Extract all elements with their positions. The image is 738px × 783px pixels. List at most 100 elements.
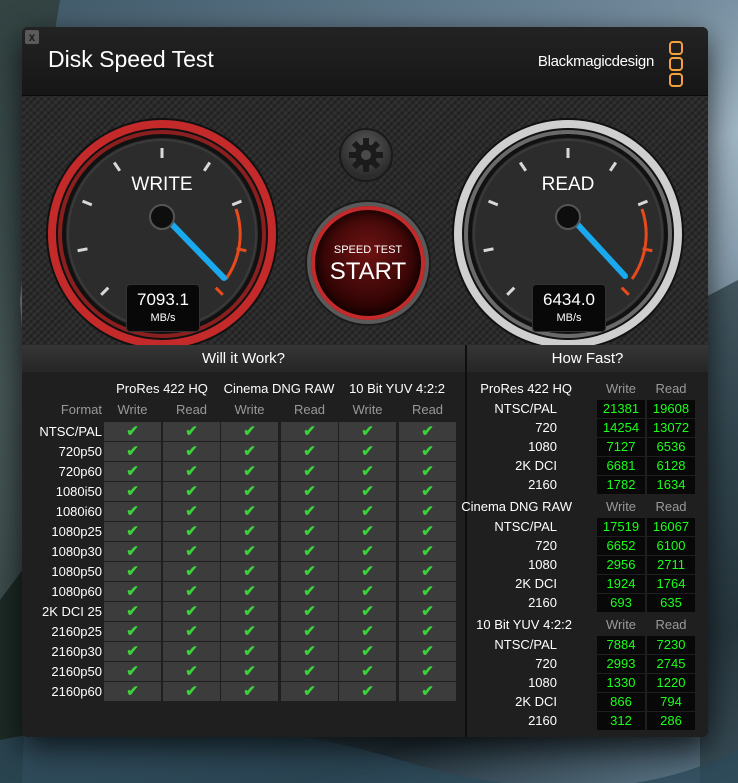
app-title: Disk Speed Test [48, 46, 214, 72]
checkmark-icon: ✔ [104, 442, 161, 461]
checkmark-icon: ✔ [163, 562, 220, 581]
write-fps-value: 7884 [597, 636, 645, 654]
resolution-label: 720 [535, 420, 557, 435]
format-label: 2K DCI 25 [42, 604, 102, 619]
table-row: NTSC/PAL 7884 7230 [467, 636, 708, 655]
format-label: 2160p25 [51, 624, 102, 639]
checkmark-icon: ✔ [221, 622, 278, 641]
table-row: 1080 1330 1220 [467, 674, 708, 693]
settings-button[interactable] [339, 128, 393, 182]
group-header: ProRes 422 HQ [116, 381, 208, 396]
checkmark-icon: ✔ [399, 622, 456, 641]
checkmark-icon: ✔ [104, 522, 161, 541]
format-column-header: Format [60, 402, 102, 417]
checkmark-icon: ✔ [163, 682, 220, 701]
column-header-read: Read [293, 402, 326, 417]
write-speed-unit: MB/s [150, 312, 176, 324]
resolution-label: NTSC/PAL [494, 401, 557, 416]
write-fps-value: 2993 [597, 655, 645, 673]
write-fps-value: 312 [597, 712, 645, 730]
format-label: 1080p30 [51, 544, 102, 559]
table-row: 1080p30 ✔ ✔ ✔ ✔ ✔ ✔ [22, 542, 465, 562]
column-header-read: Read [655, 499, 687, 514]
read-speed-readout: 6434.0 MB/s [532, 284, 606, 332]
table-row: 720 14254 13072 [467, 419, 708, 438]
checkmark-icon: ✔ [281, 562, 338, 581]
read-fps-value: 1764 [647, 575, 695, 593]
checkmark-icon: ✔ [104, 662, 161, 681]
start-speed-test-button[interactable]: SPEED TEST START [311, 206, 425, 320]
checkmark-icon: ✔ [399, 462, 456, 481]
checkmark-icon: ✔ [281, 482, 338, 501]
read-fps-value: 2711 [647, 556, 695, 574]
start-button-label: START [329, 258, 407, 285]
checkmark-icon: ✔ [339, 582, 396, 601]
table-row: 1080i50 ✔ ✔ ✔ ✔ ✔ ✔ [22, 482, 465, 502]
checkmark-icon: ✔ [163, 542, 220, 561]
column-header-read: Read [411, 402, 444, 417]
checkmark-icon: ✔ [221, 422, 278, 441]
read-fps-value: 13072 [647, 419, 695, 437]
checkmark-icon: ✔ [104, 422, 161, 441]
table-row: 2160p50 ✔ ✔ ✔ ✔ ✔ ✔ [22, 662, 465, 682]
column-header-write: Write [605, 381, 637, 396]
checkmark-icon: ✔ [399, 522, 456, 541]
read-fps-value: 1220 [647, 674, 695, 692]
checkmark-icon: ✔ [339, 562, 396, 581]
how-fast-table: ProRes 422 HQ Write Read NTSC/PAL 21381 19608… [461, 372, 708, 737]
checkmark-icon: ✔ [163, 502, 220, 521]
read-fps-value: 6128 [647, 457, 695, 475]
format-label: 2160p60 [51, 684, 102, 699]
checkmark-icon: ✔ [339, 642, 396, 661]
resolution-label: 720 [535, 538, 557, 553]
resolution-label: 2160 [528, 595, 557, 610]
read-fps-value: 2745 [647, 655, 695, 673]
table-row: NTSC/PAL 21381 19608 [467, 400, 708, 419]
checkmark-icon: ✔ [339, 522, 396, 541]
resolution-label: 1080 [528, 557, 557, 572]
checkmark-icon: ✔ [339, 422, 396, 441]
checkmark-icon: ✔ [163, 422, 220, 441]
checkmark-icon: ✔ [399, 442, 456, 461]
write-fps-value: 6681 [597, 457, 645, 475]
checkmark-icon: ✔ [163, 462, 220, 481]
resolution-label: NTSC/PAL [494, 637, 557, 652]
resolution-label: 2160 [528, 477, 557, 492]
checkmark-icon: ✔ [221, 662, 278, 681]
checkmark-icon: ✔ [104, 502, 161, 521]
close-icon[interactable]: x [25, 30, 39, 44]
blackmagic-logo-icon [669, 41, 684, 87]
checkmark-icon: ✔ [163, 522, 220, 541]
checkmark-icon: ✔ [339, 542, 396, 561]
checkmark-icon: ✔ [281, 422, 338, 441]
checkmark-icon: ✔ [104, 562, 161, 581]
checkmark-icon: ✔ [281, 462, 338, 481]
group-header: Cinema DNG RAW [223, 381, 335, 396]
read-fps-value: 7230 [647, 636, 695, 654]
write-speed-value: 7093.1 [137, 290, 189, 309]
read-fps-value: 286 [647, 712, 695, 730]
table-row: 2K DCI 866 794 [467, 693, 708, 712]
resolution-label: 720 [535, 656, 557, 671]
group-header: 10 Bit YUV 4:2:2 [349, 381, 445, 396]
disk-speed-test-window: x Disk Speed Test Blackmagicdesign WRITE… [22, 27, 708, 737]
checkmark-icon: ✔ [163, 442, 220, 461]
format-label: 720p50 [58, 444, 102, 459]
read-speed-unit: MB/s [556, 312, 582, 324]
checkmark-icon: ✔ [281, 582, 338, 601]
format-label: 2160p50 [51, 664, 102, 679]
checkmark-icon: ✔ [163, 662, 220, 681]
table-row: 2160 1782 1634 [467, 476, 708, 495]
table-row: 1080p60 ✔ ✔ ✔ ✔ ✔ ✔ [22, 582, 465, 602]
write-fps-value: 14254 [597, 419, 645, 437]
read-fps-value: 6536 [647, 438, 695, 456]
format-label: 1080i50 [55, 484, 102, 499]
checkmark-icon: ✔ [221, 482, 278, 501]
checkmark-icon: ✔ [399, 502, 456, 521]
read-fps-value: 6100 [647, 537, 695, 555]
will-it-work-table: ProRes 422 HQ Write Read Cinema DNG RAW Writ… [22, 372, 465, 737]
checkmark-icon: ✔ [281, 502, 338, 521]
checkmark-icon: ✔ [399, 642, 456, 661]
table-row: NTSC/PAL 17519 16067 [467, 518, 708, 537]
resolution-label: 1080 [528, 439, 557, 454]
